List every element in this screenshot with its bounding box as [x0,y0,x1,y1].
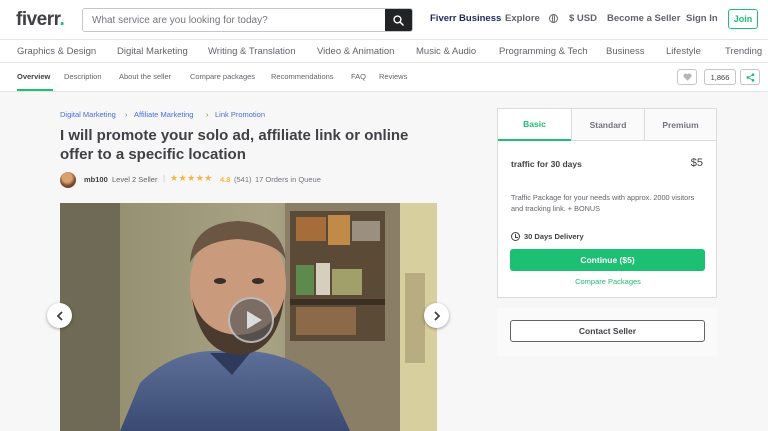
search-bar [82,8,413,32]
breadcrumb-digital-marketing[interactable]: Digital Marketing [60,110,116,119]
delivery-time: 30 Days Delivery [511,232,584,241]
chevron-left-icon [56,310,63,321]
compare-packages-link[interactable]: Compare Packages [498,277,718,286]
category-writing-translation[interactable]: Writing & Translation [208,46,295,57]
category-music-audio[interactable]: Music & Audio [416,46,476,57]
subnav-overview[interactable]: Overview [17,72,50,81]
divider: | [163,174,166,183]
breadcrumb-link-promotion[interactable]: Link Promotion [215,110,265,119]
orders-in-queue: 17 Orders in Queue [255,175,321,184]
delivery-label: 30 Days Delivery [524,232,584,241]
top-header: fiverr. Fiverr Business Explore $ USD Be… [0,0,768,40]
category-lifestyle[interactable]: Lifestyle [666,46,701,57]
category-menu: Graphics & Design Digital Marketing Writ… [0,40,768,63]
package-description: Traffic Package for your needs with appr… [511,193,695,213]
package-name: traffic for 30 days [511,159,582,169]
category-digital-marketing[interactable]: Digital Marketing [117,46,188,57]
next-slide-button[interactable] [424,303,449,328]
join-button[interactable]: Join [728,9,758,29]
search-input[interactable] [83,9,387,31]
play-button[interactable] [228,297,274,343]
package-price: $5 [690,157,703,169]
review-count[interactable]: (541) [234,175,252,184]
become-seller-link[interactable]: Become a Seller [607,13,680,24]
seller-level: Level 2 Seller [112,175,158,184]
breadcrumb-separator-icon: › [125,110,128,119]
heart-icon [682,73,692,81]
clock-icon [511,232,520,241]
seller-avatar[interactable] [60,172,76,188]
subnav-faq[interactable]: FAQ [351,72,366,81]
rating-score: 4.8 [220,175,231,184]
fiverr-business-link[interactable]: Fiverr Business [430,13,501,24]
subnav-description[interactable]: Description [64,72,102,81]
subnav-compare-packages[interactable]: Compare packages [190,72,255,81]
subnav-reviews[interactable]: Reviews [379,72,407,81]
tab-basic[interactable]: Basic [498,109,571,141]
rating-stars-icon: ★★★★★ [170,173,213,183]
share-button[interactable] [740,69,760,85]
subnav-recommendations[interactable]: Recommendations [271,72,334,81]
save-to-list-button[interactable] [677,69,697,85]
contact-seller-panel: Contact Seller [497,308,717,356]
active-tab-indicator [17,89,53,91]
currency-selector[interactable]: $ USD [569,13,597,24]
seller-name[interactable]: mb100 [84,175,108,184]
category-programming-tech[interactable]: Programming & Tech [499,46,588,57]
globe-icon[interactable] [549,14,558,23]
continue-button[interactable]: Continue ($5) [510,249,705,271]
gig-title: I will promote your solo ad, affiliate l… [60,127,409,163]
category-trending[interactable]: Trending [725,46,762,57]
category-business[interactable]: Business [606,46,645,57]
contact-seller-button[interactable]: Contact Seller [510,320,705,342]
breadcrumb-affiliate-marketing[interactable]: Affiliate Marketing [134,110,193,119]
category-graphics-design[interactable]: Graphics & Design [17,46,96,57]
breadcrumb-separator-icon: › [206,110,209,119]
gig-subnav: Overview Description About the seller Co… [0,63,768,92]
likes-count: 1,866 [704,69,736,85]
share-icon [746,72,754,82]
search-button[interactable] [385,9,412,31]
chevron-right-icon [433,310,440,321]
previous-slide-button[interactable] [47,303,72,328]
search-icon [393,14,404,26]
subnav-about-seller[interactable]: About the seller [119,72,171,81]
fiverr-logo[interactable]: fiverr. [16,9,65,31]
package-box: Basic Standard Premium traffic for 30 da… [497,108,717,298]
sign-in-link[interactable]: Sign In [686,13,718,24]
category-video-animation[interactable]: Video & Animation [317,46,394,57]
tab-premium[interactable]: Premium [645,109,716,141]
tab-standard[interactable]: Standard [571,109,645,141]
explore-link[interactable]: Explore [505,13,540,24]
